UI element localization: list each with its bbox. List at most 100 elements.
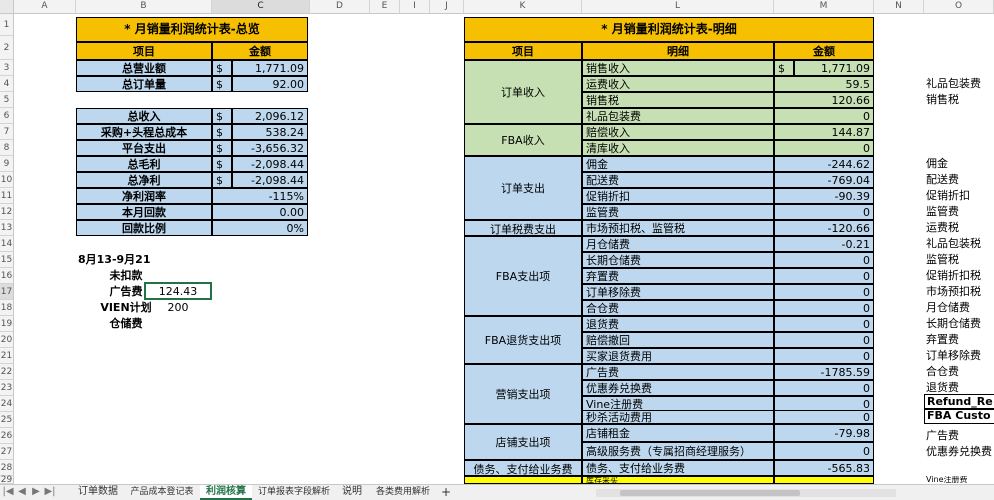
row-header[interactable]: 28 <box>0 460 14 476</box>
summary-value-payback-ratio[interactable]: 0% <box>212 220 308 236</box>
summary-label-revenue[interactable]: 总营业额 <box>76 60 212 76</box>
detail-item-name[interactable]: 退货费 <box>582 316 774 332</box>
right-list-item[interactable]: 月仓储费 <box>926 300 994 316</box>
group-fba-income[interactable]: FBA收入 <box>464 124 582 156</box>
column-header-O[interactable]: O <box>924 0 994 14</box>
detail-item-name[interactable]: 清库收入 <box>582 140 774 156</box>
right-list-item[interactable]: 弃置费 <box>926 332 994 348</box>
detail-item-name[interactable]: 订单移除费 <box>582 284 774 300</box>
summary-label-platform[interactable]: 平台支出 <box>76 140 212 156</box>
right-list-item[interactable]: 优惠券兑换费 <box>926 444 994 460</box>
right-list-item[interactable]: 佣金 <box>926 156 994 172</box>
summary-currency[interactable]: $ <box>212 76 232 92</box>
row-header[interactable]: 24 <box>0 396 14 412</box>
summary-value-cost[interactable]: 538.24 <box>232 124 308 140</box>
row-header[interactable]: 29 <box>0 476 14 485</box>
prev-sheet-icon[interactable]: ◀ <box>16 486 28 498</box>
row-header[interactable]: 1 <box>0 14 14 36</box>
right-list-item[interactable]: 长期仓储费 <box>926 316 994 332</box>
group-order-tax[interactable]: 订单税费支出 <box>464 220 582 236</box>
select-all-corner[interactable] <box>0 0 14 14</box>
detail-item-name[interactable]: 佣金 <box>582 156 774 172</box>
row-header[interactable]: 25 <box>0 412 14 428</box>
storage-label-cell[interactable]: 仓储费 <box>76 316 212 332</box>
sheet-tab[interactable]: 订单数据 <box>72 485 124 500</box>
summary-currency[interactable]: $ <box>212 108 232 124</box>
detail-item-value[interactable]: 0 <box>774 252 874 268</box>
detail-item-currency[interactable]: $ <box>774 60 794 76</box>
summary-header-item[interactable]: 项目 <box>76 42 212 60</box>
detail-item-value[interactable]: 0 <box>774 108 874 124</box>
row-header[interactable]: 6 <box>0 108 14 124</box>
row-header[interactable]: 11 <box>0 188 14 204</box>
detail-item-value[interactable]: 0 <box>774 300 874 316</box>
right-list-item[interactable]: 礼品包装税 <box>926 236 994 252</box>
detail-item-name[interactable]: 月仓储费 <box>582 236 774 252</box>
ad-fee-value-cell[interactable]: 124.43 <box>144 282 212 300</box>
summary-title[interactable]: * 月销量利润统计表-总览 <box>76 17 308 42</box>
sheet-tab[interactable]: 产品成本登记表 <box>126 485 198 500</box>
summary-header-amount[interactable]: 金额 <box>212 42 308 60</box>
group-tax-pay[interactable]: 债务、支付给业务费 <box>464 460 582 476</box>
detail-item-name[interactable]: 秒杀活动费用 <box>582 410 774 424</box>
column-header-A[interactable]: A <box>14 0 76 14</box>
group-order-expense[interactable]: 订单支出 <box>464 156 582 220</box>
right-list-item[interactable]: 促销折扣税 <box>926 268 994 284</box>
group-inventory[interactable] <box>464 476 582 484</box>
summary-value-net[interactable]: -2,098.44 <box>232 172 308 188</box>
detail-item-value[interactable]: 144.87 <box>774 124 874 140</box>
right-list-item[interactable]: 运费税 <box>926 220 994 236</box>
row-header[interactable]: 27 <box>0 444 14 460</box>
detail-item-name[interactable]: 优惠券兑换费 <box>582 380 774 396</box>
detail-item-name[interactable]: 合仓费 <box>582 300 774 316</box>
row-header[interactable]: 9 <box>0 156 14 172</box>
summary-value-income[interactable]: 2,096.12 <box>232 108 308 124</box>
group-marketing[interactable]: 营销支出项 <box>464 364 582 424</box>
detail-item-name[interactable]: 赔偿收入 <box>582 124 774 140</box>
row-header[interactable]: 3 <box>0 60 14 76</box>
detail-item-value[interactable]: -565.83 <box>774 460 874 476</box>
detail-item-name[interactable]: 赔偿撤回 <box>582 332 774 348</box>
column-header-K[interactable]: K <box>464 0 582 14</box>
detail-item-value[interactable] <box>774 476 874 484</box>
row-header[interactable]: 12 <box>0 204 14 220</box>
detail-item-value[interactable]: 59.5 <box>774 76 874 92</box>
detail-item-name[interactable]: 促销折扣 <box>582 188 774 204</box>
detail-item-name[interactable]: 监管费 <box>582 204 774 220</box>
summary-label-net[interactable]: 总净利 <box>76 172 212 188</box>
detail-item-name[interactable]: 库存采买 <box>582 476 774 484</box>
summary-currency[interactable]: $ <box>212 124 232 140</box>
column-header-B[interactable]: B <box>76 0 212 14</box>
summary-label-income[interactable]: 总收入 <box>76 108 212 124</box>
summary-currency[interactable]: $ <box>212 172 232 188</box>
row-header[interactable]: 8 <box>0 140 14 156</box>
detail-item-value[interactable]: 0 <box>774 204 874 220</box>
detail-item-name[interactable]: 长期仓储费 <box>582 252 774 268</box>
vien-value-cell[interactable]: 200 <box>144 300 212 316</box>
column-header-E[interactable]: E <box>370 0 400 14</box>
detail-item-value[interactable]: -769.04 <box>774 172 874 188</box>
column-header-I[interactable]: I <box>400 0 430 14</box>
row-header[interactable]: 10 <box>0 172 14 188</box>
last-sheet-icon[interactable]: ▶| <box>44 486 56 498</box>
summary-label-payback[interactable]: 本月回款 <box>76 204 212 220</box>
right-list-item[interactable]: 礼品包装费 <box>926 76 994 92</box>
right-list-item[interactable]: 市场预扣税 <box>926 284 994 300</box>
right-list-item[interactable]: 广告费 <box>926 428 994 444</box>
detail-item-value[interactable]: 0 <box>774 410 874 424</box>
detail-item-name[interactable]: 买家退货费用 <box>582 348 774 364</box>
row-header[interactable]: 2 <box>0 36 14 60</box>
right-list-item[interactable]: Vine注册费 <box>926 476 994 484</box>
detail-item-value[interactable]: 0 <box>774 284 874 300</box>
detail-item-name[interactable]: 运费收入 <box>582 76 774 92</box>
detail-item-value[interactable]: 0 <box>774 380 874 396</box>
detail-item-value[interactable]: -90.39 <box>774 188 874 204</box>
add-sheet-button[interactable]: + <box>438 485 454 500</box>
right-list-item[interactable]: 促销折扣 <box>926 188 994 204</box>
detail-item-name[interactable]: 市场预扣税、监管税 <box>582 220 774 236</box>
detail-item-value[interactable]: 0 <box>774 332 874 348</box>
summary-value-platform[interactable]: -3,656.32 <box>232 140 308 156</box>
detail-item-value[interactable]: 0 <box>774 140 874 156</box>
row-header[interactable]: 4 <box>0 76 14 92</box>
detail-item-name[interactable]: 弃置费 <box>582 268 774 284</box>
